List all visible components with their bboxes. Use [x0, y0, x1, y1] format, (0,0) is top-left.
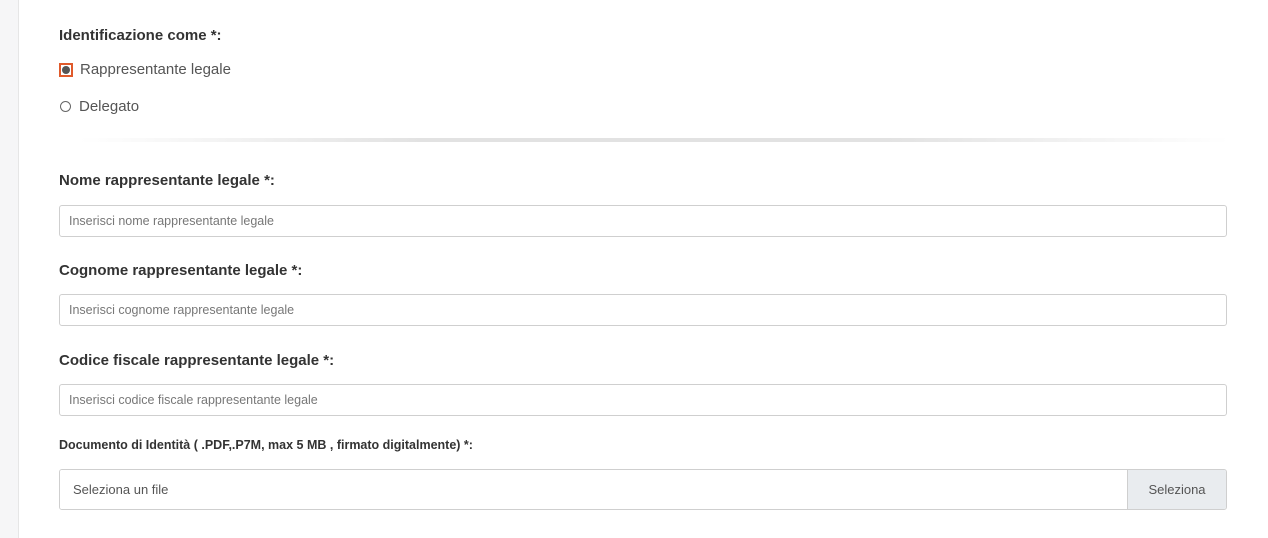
nome-input[interactable]: [59, 205, 1227, 237]
radio-selected-icon[interactable]: [59, 62, 73, 77]
form-card: Identificazione come *: Rappresentante l…: [18, 0, 1268, 538]
cognome-input[interactable]: [59, 294, 1227, 326]
nome-label: Nome rappresentante legale *:: [59, 172, 275, 189]
section-divider: [79, 138, 1229, 142]
radio-rappresentante-legale[interactable]: Rappresentante legale: [59, 61, 231, 78]
radio-label: Rappresentante legale: [80, 61, 231, 78]
document-file-picker[interactable]: Seleziona un file Seleziona: [59, 469, 1227, 510]
select-file-button[interactable]: Seleziona: [1127, 470, 1226, 509]
radio-delegato[interactable]: Delegato: [59, 98, 139, 115]
codice-fiscale-input[interactable]: [59, 384, 1227, 416]
identification-title: Identificazione come *:: [59, 27, 222, 44]
radio-unselected-icon[interactable]: [60, 101, 71, 112]
codice-fiscale-label: Codice fiscale rappresentante legale *:: [59, 352, 335, 369]
radio-label: Delegato: [79, 98, 140, 115]
cognome-label: Cognome rappresentante legale *:: [59, 262, 303, 279]
document-label: Documento di Identità ( .PDF,.P7M, max 5…: [59, 438, 473, 452]
file-name-display[interactable]: Seleziona un file: [60, 470, 1127, 509]
